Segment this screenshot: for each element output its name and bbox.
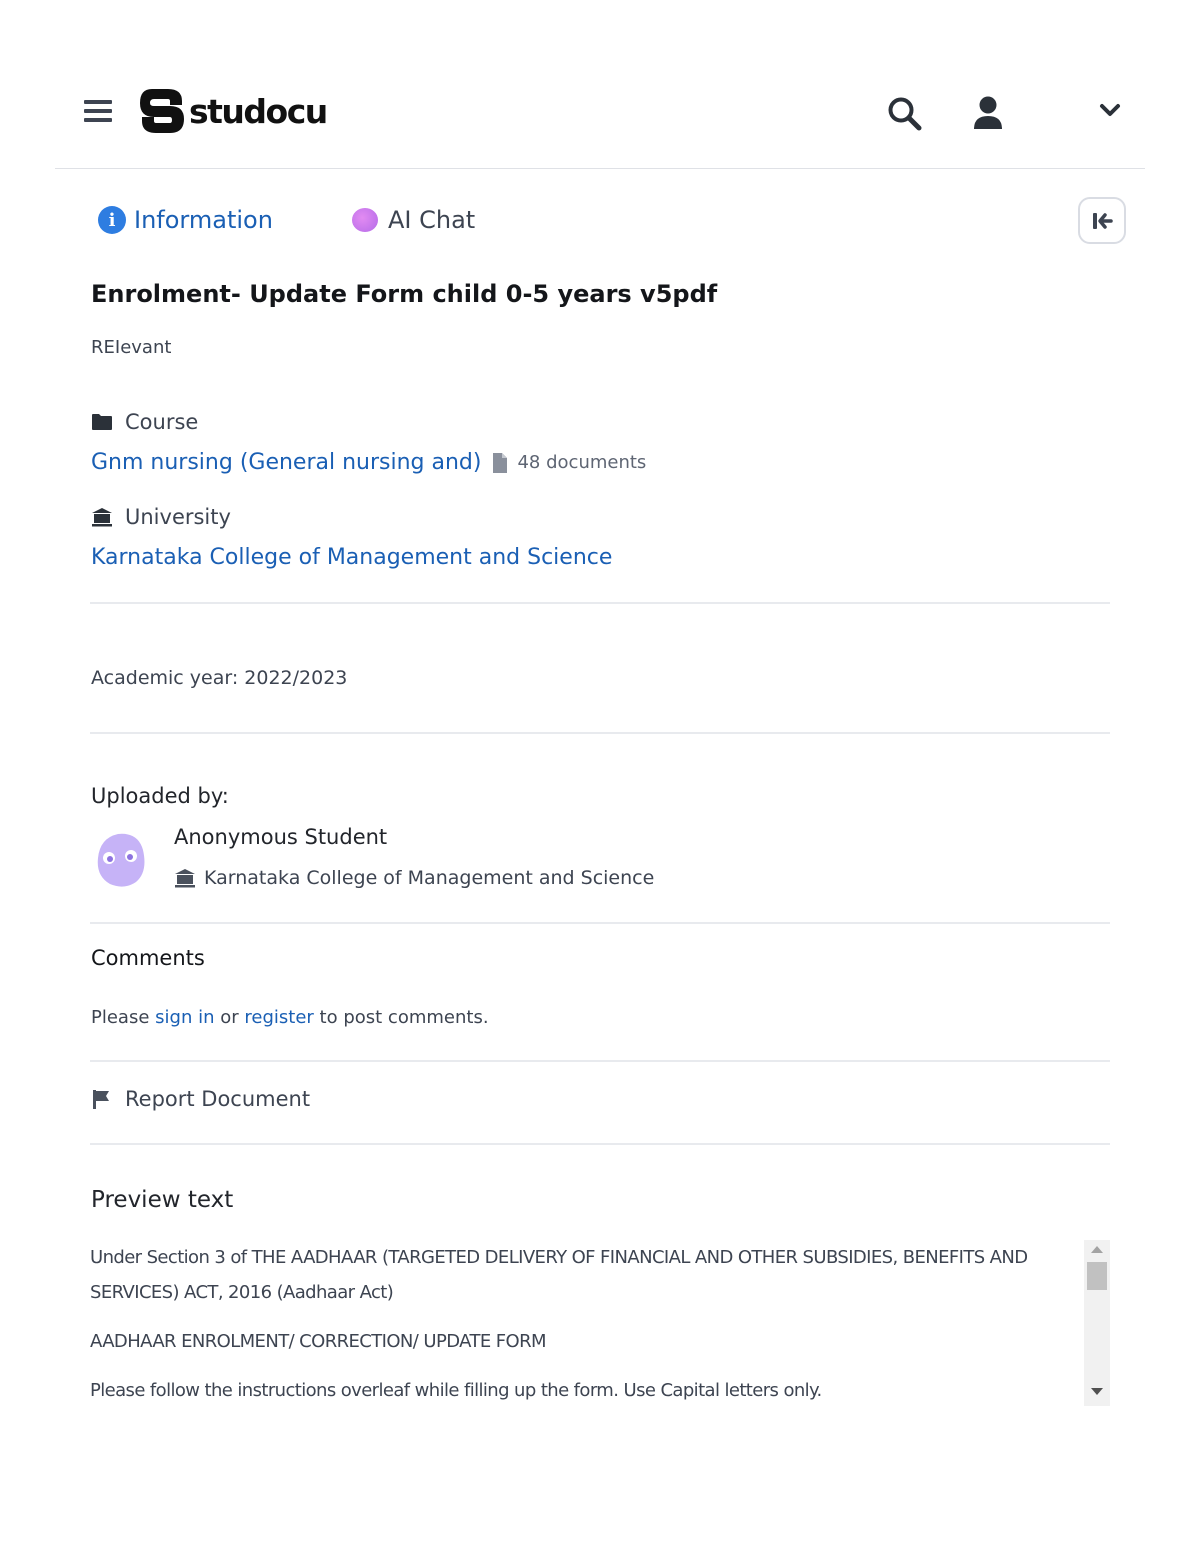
- preview-paragraph: Under Section 3 of THE AADHAAR (TARGETED…: [90, 1247, 1028, 1303]
- document-description: REIevant: [91, 337, 172, 358]
- comments-suffix: to post comments.: [319, 1007, 489, 1028]
- scroll-up-arrow-icon[interactable]: [1091, 1246, 1103, 1253]
- studocu-logo[interactable]: studocu: [138, 86, 328, 136]
- university-link[interactable]: Karnataka College of Management and Scie…: [91, 545, 612, 570]
- search-icon[interactable]: [886, 95, 922, 131]
- university-label-row: University: [91, 505, 231, 529]
- course-label-row: Course: [91, 410, 198, 434]
- studocu-logo-icon: [140, 89, 184, 133]
- preview-text-title: Preview text: [91, 1187, 234, 1213]
- section-divider: [90, 602, 1110, 604]
- uploader-university: Karnataka College of Management and Scie…: [204, 867, 655, 889]
- tab-information[interactable]: i Information: [98, 200, 273, 240]
- section-divider: [90, 1143, 1110, 1145]
- tab-ai-chat-label: AI Chat: [388, 206, 476, 234]
- tab-information-label: Information: [134, 206, 273, 234]
- menu-icon[interactable]: [84, 100, 112, 122]
- report-document-button[interactable]: Report Document: [91, 1087, 310, 1111]
- section-divider: [90, 922, 1110, 924]
- course-row: Gnm nursing (General nursing and) 48 doc…: [91, 450, 646, 475]
- section-divider: [90, 1060, 1110, 1062]
- scroll-down-arrow-icon[interactable]: [1091, 1388, 1103, 1395]
- collapse-panel-button[interactable]: [1078, 197, 1126, 244]
- tab-ai-chat[interactable]: AI Chat: [352, 200, 475, 240]
- sign-in-link[interactable]: sign in: [155, 1007, 214, 1028]
- academic-year: Academic year: 2022/2023: [91, 667, 348, 689]
- course-link[interactable]: Gnm nursing (General nursing and): [91, 450, 481, 475]
- comments-or: or: [220, 1007, 239, 1028]
- preview-paragraph: AADHAAR ENROLMENT/ CORRECTION/ UPDATE FO…: [90, 1331, 547, 1352]
- collapse-left-icon: [1093, 212, 1113, 229]
- logo-text: studocu: [189, 91, 328, 131]
- avatar[interactable]: [96, 832, 146, 888]
- info-icon: i: [98, 206, 126, 234]
- comments-prefix: Please: [91, 1007, 150, 1028]
- preview-text-box[interactable]: Under Section 3 of THE AADHAAR (TARGETED…: [90, 1240, 1110, 1406]
- register-link[interactable]: register: [244, 1007, 313, 1028]
- chevron-down-icon[interactable]: [1098, 101, 1122, 121]
- flag-icon: [93, 1090, 109, 1109]
- preview-scrollbar[interactable]: [1084, 1240, 1110, 1406]
- course-label: Course: [125, 410, 199, 434]
- report-document-label: Report Document: [125, 1087, 311, 1111]
- comments-signin-text: Please sign in or register to post comme…: [91, 1007, 489, 1028]
- header-divider: [55, 168, 1145, 169]
- university-icon: [175, 869, 195, 888]
- uploaded-by-label: Uploaded by:: [91, 784, 229, 808]
- comments-title: Comments: [91, 946, 205, 970]
- scroll-thumb[interactable]: [1087, 1262, 1107, 1290]
- university-icon: [92, 508, 112, 527]
- user-icon[interactable]: [972, 95, 1004, 131]
- document-icon: [493, 452, 508, 473]
- preview-text-body: Under Section 3 of THE AADHAAR (TARGETED…: [90, 1240, 1080, 1406]
- document-title: Enrolment- Update Form child 0-5 years v…: [91, 280, 718, 308]
- course-doc-count: 48 documents: [491, 452, 646, 474]
- preview-paragraph: Please follow the instructions overleaf …: [90, 1380, 822, 1401]
- uploader-university-row: Karnataka College of Management and Scie…: [174, 867, 654, 889]
- university-label: University: [125, 505, 231, 529]
- section-divider: [90, 732, 1110, 734]
- folder-icon: [92, 414, 112, 430]
- uploader-name: Anonymous Student: [174, 825, 388, 849]
- ai-chat-icon: [352, 208, 378, 232]
- doc-count-text: 48 documents: [517, 452, 647, 473]
